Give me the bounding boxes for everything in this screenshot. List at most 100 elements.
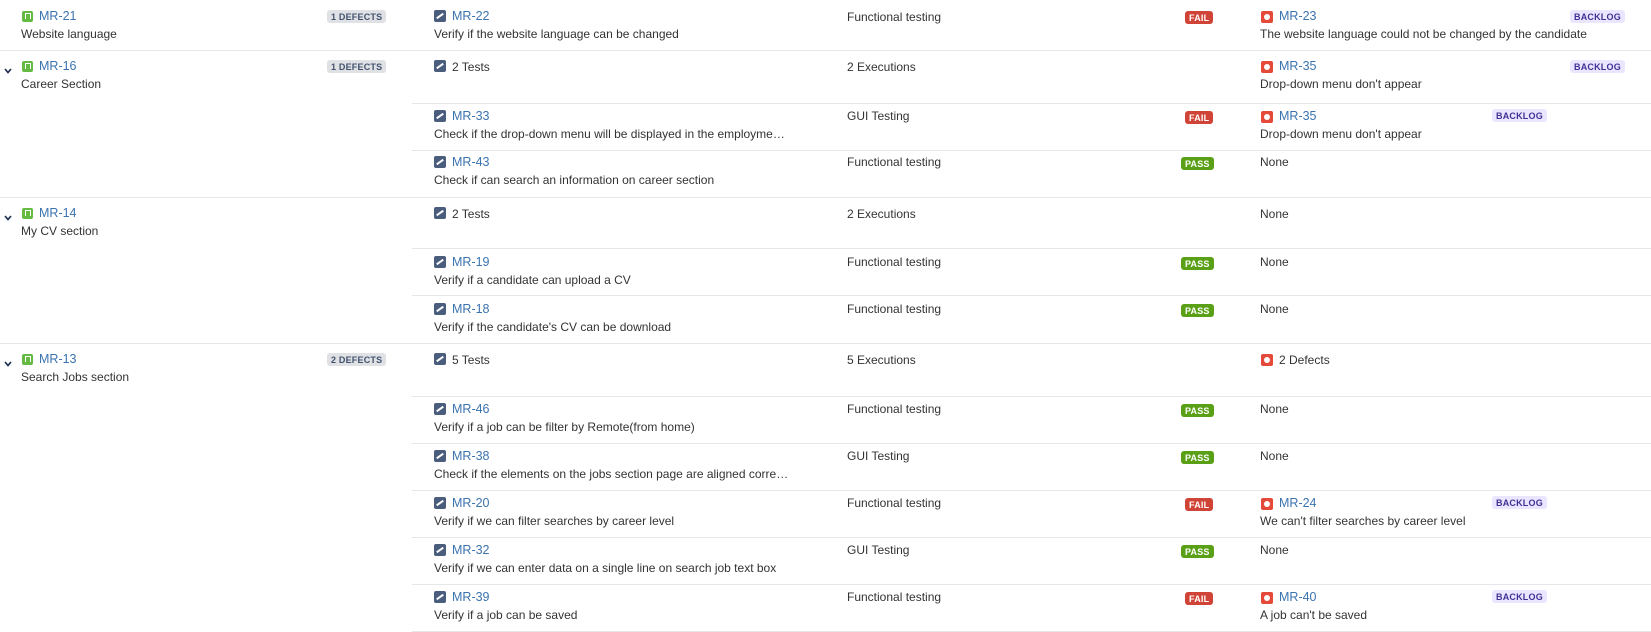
test-type: Functional testing xyxy=(847,590,942,604)
story-row: MR-13 Search Jobs section 2 DEFECTS 5 Te… xyxy=(0,344,1651,632)
test-summary: Check if can search an information on ca… xyxy=(434,173,715,187)
test-summary: Verify if a job can be saved xyxy=(434,608,578,622)
story-icon xyxy=(22,354,33,365)
test-type: GUI Testing xyxy=(847,109,910,123)
test-icon xyxy=(434,110,446,122)
test-summary: Verify if a job can be filter by Remote(… xyxy=(434,420,695,434)
status-badge: PASS xyxy=(1181,257,1214,270)
test-type: Functional testing xyxy=(847,255,942,269)
defect-key-link[interactable]: MR-23 xyxy=(1279,9,1317,23)
status-badge: PASS xyxy=(1181,404,1214,417)
defect-none: None xyxy=(1260,207,1289,221)
story-key-link[interactable]: MR-16 xyxy=(39,59,77,73)
row-divider xyxy=(412,150,1651,151)
test-key-link[interactable]: MR-22 xyxy=(452,9,490,23)
row-divider xyxy=(412,103,1651,104)
test-key-link[interactable]: MR-18 xyxy=(452,302,490,316)
defect-summary: The website language could not be change… xyxy=(1260,27,1587,41)
story-icon xyxy=(22,208,33,219)
story-key-link[interactable]: MR-21 xyxy=(39,9,77,23)
row-divider xyxy=(412,295,1651,296)
defect-status-badge: BACKLOG xyxy=(1492,496,1547,509)
tests-summary[interactable]: 2 Tests xyxy=(452,60,490,74)
tests-summary[interactable]: 5 Tests xyxy=(452,353,490,367)
test-type: Functional testing xyxy=(847,10,942,24)
defect-none: None xyxy=(1260,543,1289,557)
defect-status-badge: BACKLOG xyxy=(1492,590,1547,603)
defect-key-link[interactable]: MR-24 xyxy=(1279,496,1317,510)
test-icon xyxy=(434,256,446,268)
defect-status-badge: BACKLOG xyxy=(1570,60,1625,73)
story-defects-badge: 1 DEFECTS xyxy=(327,10,387,23)
defects-summary[interactable]: 2 Defects xyxy=(1279,353,1330,367)
chevron-down-icon[interactable] xyxy=(4,360,12,368)
bug-icon xyxy=(1261,61,1273,73)
tests-summary[interactable]: 2 Tests xyxy=(452,207,490,221)
story-row: MR-16 Career Section 1 DEFECTS 2 Tests 2… xyxy=(0,51,1651,198)
defect-key-link[interactable]: MR-35 xyxy=(1279,59,1317,73)
chevron-down-icon[interactable] xyxy=(4,214,12,222)
defect-summary: We can't filter searches by career level xyxy=(1260,514,1466,528)
test-icon xyxy=(434,591,446,603)
chevron-down-icon[interactable] xyxy=(4,67,12,75)
test-summary: Check if the drop-down menu will be disp… xyxy=(434,127,785,141)
test-icon xyxy=(434,207,446,219)
story-summary: Search Jobs section xyxy=(21,370,130,384)
status-badge: PASS xyxy=(1181,157,1214,170)
status-badge: FAIL xyxy=(1185,11,1214,24)
story-key-link[interactable]: MR-14 xyxy=(39,206,77,220)
test-icon xyxy=(434,544,446,556)
test-type: GUI Testing xyxy=(847,543,910,557)
status-badge: PASS xyxy=(1181,304,1214,317)
defect-key-link[interactable]: MR-40 xyxy=(1279,590,1317,604)
status-badge: PASS xyxy=(1181,451,1214,464)
story-key-link[interactable]: MR-13 xyxy=(39,352,77,366)
story-summary: Website language xyxy=(21,27,117,41)
test-key-link[interactable]: MR-33 xyxy=(452,109,490,123)
defect-status-badge: BACKLOG xyxy=(1492,109,1547,122)
bug-icon xyxy=(1261,498,1273,510)
defect-status-badge: BACKLOG xyxy=(1570,10,1625,23)
bug-icon xyxy=(1261,11,1273,23)
defect-key-link[interactable]: MR-35 xyxy=(1279,109,1317,123)
defect-none: None xyxy=(1260,402,1289,416)
executions-summary: 2 Executions xyxy=(847,207,916,221)
row-divider xyxy=(412,537,1651,538)
test-icon xyxy=(434,497,446,509)
story-defects-badge: 2 DEFECTS xyxy=(327,353,387,366)
row-divider xyxy=(412,396,1651,397)
test-icon xyxy=(434,156,446,168)
test-icon xyxy=(434,10,446,22)
status-badge: FAIL xyxy=(1185,592,1214,605)
story-icon xyxy=(22,61,33,72)
row-divider xyxy=(412,584,1651,585)
test-summary: Verify if we can enter data on a single … xyxy=(434,561,777,575)
bug-icon xyxy=(1261,111,1273,123)
test-key-link[interactable]: MR-39 xyxy=(452,590,490,604)
defect-none: None xyxy=(1260,449,1289,463)
test-type: Functional testing xyxy=(847,302,942,316)
status-badge: FAIL xyxy=(1185,111,1214,124)
defect-summary: Drop-down menu don't appear xyxy=(1260,127,1422,141)
row-divider xyxy=(412,248,1651,249)
bug-icon xyxy=(1261,592,1273,604)
test-type: Functional testing xyxy=(847,402,942,416)
test-key-link[interactable]: MR-43 xyxy=(452,155,490,169)
test-key-link[interactable]: MR-38 xyxy=(452,449,490,463)
test-type: GUI Testing xyxy=(847,449,910,463)
test-key-link[interactable]: MR-19 xyxy=(452,255,490,269)
defect-none: None xyxy=(1260,155,1289,169)
test-key-link[interactable]: MR-32 xyxy=(452,543,490,557)
defect-summary: A job can't be saved xyxy=(1260,608,1368,622)
story-defects-badge: 1 DEFECTS xyxy=(327,60,387,73)
test-summary: Check if the elements on the jobs sectio… xyxy=(434,467,789,481)
bug-icon xyxy=(1261,354,1273,366)
test-key-link[interactable]: MR-46 xyxy=(452,402,490,416)
test-icon xyxy=(434,353,446,365)
defect-summary: Drop-down menu don't appear xyxy=(1260,77,1422,91)
test-icon xyxy=(434,303,446,315)
test-key-link[interactable]: MR-20 xyxy=(452,496,490,510)
test-icon xyxy=(434,403,446,415)
story-row: MR-14 My CV section 2 Tests 2 Executions… xyxy=(0,198,1651,344)
test-summary: Verify if we can filter searches by care… xyxy=(434,514,675,528)
